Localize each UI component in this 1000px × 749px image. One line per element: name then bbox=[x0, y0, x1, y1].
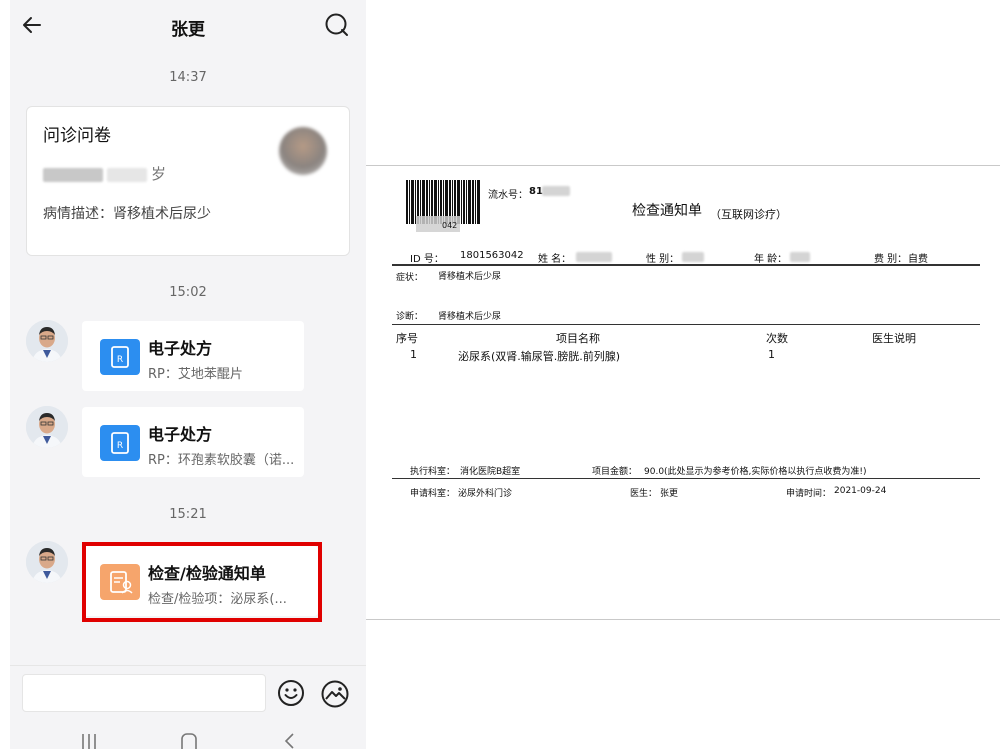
redacted-serial bbox=[542, 186, 570, 196]
apply-time-value: 2021-09-24 bbox=[834, 486, 887, 496]
fee-label: 费 别： bbox=[874, 254, 908, 265]
name-label: 姓 名： bbox=[538, 254, 572, 265]
home-icon[interactable] bbox=[180, 732, 198, 749]
timestamp: 15:21 bbox=[169, 507, 207, 522]
prescription-message[interactable]: R 电子处方 RP：环孢素软胶囊（诺... bbox=[82, 407, 304, 477]
exec-dept-value: 消化医院B超室 bbox=[460, 467, 521, 477]
prescription-message[interactable]: R 电子处方 RP：艾地苯醌片 bbox=[82, 321, 304, 391]
message-subtitle: RP：环孢素软胶囊（诺... bbox=[148, 453, 295, 468]
svg-text:R: R bbox=[117, 355, 123, 365]
message-input[interactable] bbox=[22, 674, 266, 712]
exam-notice-document: 042 流水号： 81 检查通知单 （互联网诊疗） ID 号： 18015630… bbox=[366, 165, 1000, 620]
redacted-name bbox=[43, 167, 103, 182]
id-value: 1801563042 bbox=[460, 250, 524, 261]
highlight-box bbox=[82, 542, 322, 622]
emoji-icon[interactable] bbox=[277, 679, 305, 707]
message-title: 电子处方 bbox=[148, 425, 213, 444]
search-icon[interactable] bbox=[324, 12, 350, 38]
redacted-age bbox=[107, 167, 147, 182]
recent-apps-icon[interactable] bbox=[80, 732, 98, 749]
row-index: 1 bbox=[410, 348, 417, 361]
prescription-icon: R bbox=[100, 339, 140, 375]
diagnosis-label: 诊断： bbox=[396, 312, 424, 322]
apply-dept-label: 申请科室： bbox=[410, 489, 456, 499]
serial-label: 流水号： bbox=[488, 190, 528, 201]
chat-title: 张更 bbox=[171, 20, 205, 40]
timestamp: 15:02 bbox=[169, 285, 207, 300]
top-bar: 张更 bbox=[10, 0, 366, 50]
amount-value: 90.0(此处显示为参考价格,实际价格以执行点收费为准!) bbox=[644, 467, 867, 477]
sex-label: 性 别： bbox=[646, 254, 680, 265]
doctor-label: 医生： bbox=[630, 489, 658, 499]
row-item-name: 泌尿系(双肾.输尿管.膀胱.前列腺) bbox=[458, 350, 621, 363]
timestamp: 14:37 bbox=[169, 70, 207, 85]
apply-dept-value: 泌尿外科门诊 bbox=[458, 489, 513, 499]
chat-screen: 张更 14:37 问诊问卷 岁 病情描述：肾移植术后尿少 15:02 R 电子处… bbox=[10, 0, 366, 749]
svg-text:R: R bbox=[117, 441, 123, 451]
redacted-sex bbox=[682, 252, 704, 262]
table-header-index: 序号 bbox=[396, 332, 418, 345]
image-icon[interactable] bbox=[320, 679, 350, 709]
barcode-number: 042 bbox=[442, 221, 458, 230]
redacted-age bbox=[790, 252, 810, 262]
doctor-value: 张更 bbox=[660, 489, 679, 499]
prescription-icon: R bbox=[100, 425, 140, 461]
illness-description: 病情描述：肾移植术后尿少 bbox=[43, 206, 211, 222]
doctor-avatar[interactable] bbox=[26, 320, 68, 362]
redacted-name bbox=[576, 252, 612, 262]
doctor-avatar[interactable] bbox=[26, 541, 68, 583]
divider bbox=[392, 264, 980, 266]
serial-value: 81 bbox=[529, 186, 543, 197]
questionnaire-card[interactable]: 问诊问卷 岁 病情描述：肾移植术后尿少 bbox=[26, 106, 350, 256]
patient-info: 岁 bbox=[43, 163, 166, 184]
message-subtitle: RP：艾地苯醌片 bbox=[148, 367, 243, 382]
divider bbox=[392, 324, 980, 325]
document-title-suffix: （互联网诊疗） bbox=[710, 208, 787, 221]
id-label: ID 号： bbox=[410, 254, 444, 265]
diagnosis-value: 肾移植术后少尿 bbox=[438, 312, 502, 322]
row-count: 1 bbox=[768, 348, 775, 361]
document-title: 检查通知单 bbox=[632, 203, 702, 219]
table-header-count: 次数 bbox=[766, 332, 788, 345]
table-header-item: 项目名称 bbox=[556, 332, 600, 345]
patient-avatar bbox=[279, 127, 327, 175]
amount-label: 项目金额： bbox=[592, 467, 638, 477]
table-header-note: 医生说明 bbox=[872, 332, 916, 345]
system-nav-bar bbox=[10, 722, 366, 749]
back-nav-icon[interactable] bbox=[282, 732, 296, 749]
age-label: 年 龄： bbox=[754, 254, 788, 265]
symptom-value: 肾移植术后少尿 bbox=[438, 272, 502, 282]
message-title: 电子处方 bbox=[148, 339, 213, 358]
age-suffix: 岁 bbox=[151, 165, 167, 183]
symptom-label: 症状： bbox=[396, 273, 424, 283]
apply-time-label: 申请时间： bbox=[786, 489, 832, 499]
divider bbox=[392, 478, 980, 479]
exec-dept-label: 执行科室： bbox=[410, 467, 456, 477]
questionnaire-title: 问诊问卷 bbox=[43, 126, 111, 146]
fee-value: 自费 bbox=[908, 254, 928, 265]
doctor-avatar[interactable] bbox=[26, 406, 68, 448]
